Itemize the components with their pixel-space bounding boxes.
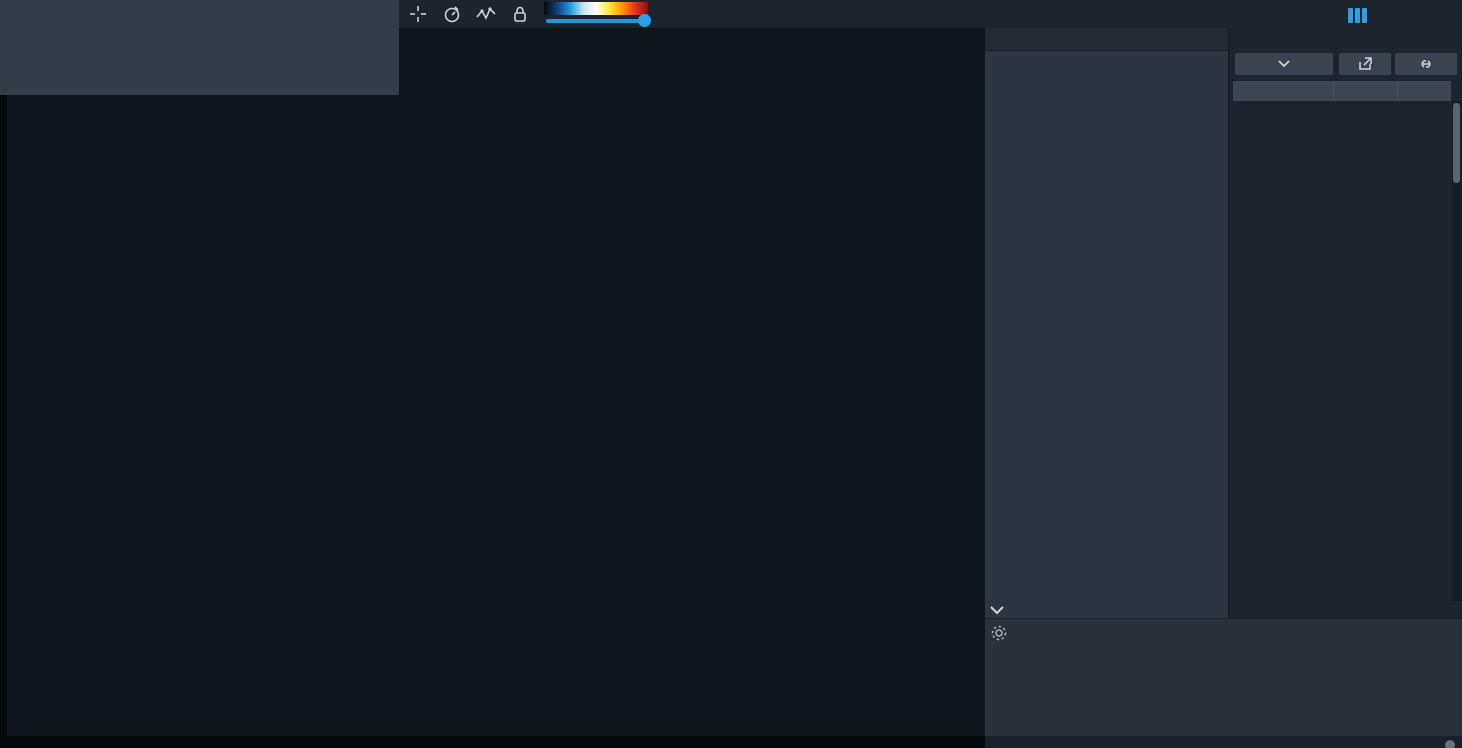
tns-collapse-button[interactable] [1235,53,1333,75]
indicator-readout-panel [985,606,1462,737]
bookmap-app [0,0,1462,748]
status-bar [985,736,1462,748]
contrast-slider-handle[interactable] [638,14,651,27]
orderbook-volume-summary [1040,0,1340,28]
left-edge [0,95,7,736]
heatmap-colorbar[interactable] [544,1,666,27]
colorbar-gradient[interactable] [544,2,648,15]
status-toggle[interactable] [1445,740,1455,748]
tns-scrollbar[interactable] [1452,101,1461,601]
contrast-slider[interactable] [546,14,651,27]
bookmap-logo-icon [1348,7,1367,23]
chart-toolbar [400,0,993,28]
time-and-sales-panel [1228,28,1462,618]
lock-icon[interactable] [510,4,530,24]
bottom-edge [0,736,985,748]
crosshair-icon[interactable] [408,4,428,24]
tns-scrollbar-thumb[interactable] [1453,103,1460,183]
tns-col-size [1398,81,1451,101]
panel-collapse-chevron-icon[interactable] [987,605,1009,617]
tns-link-icon[interactable] [1395,53,1457,75]
bookmap-logo [1348,3,1373,27]
tns-col-price [1334,81,1398,101]
gear-icon[interactable] [989,623,1009,643]
heatmap-chart[interactable] [0,0,985,748]
tns-export-icon[interactable] [1339,53,1391,75]
pulse-icon[interactable] [476,4,496,24]
gauge-widgets-panel [0,0,399,95]
timer-icon[interactable] [442,4,462,24]
tns-column-headers [1233,81,1451,101]
price-ladder[interactable] [985,28,1228,618]
tns-col-time [1233,81,1335,101]
